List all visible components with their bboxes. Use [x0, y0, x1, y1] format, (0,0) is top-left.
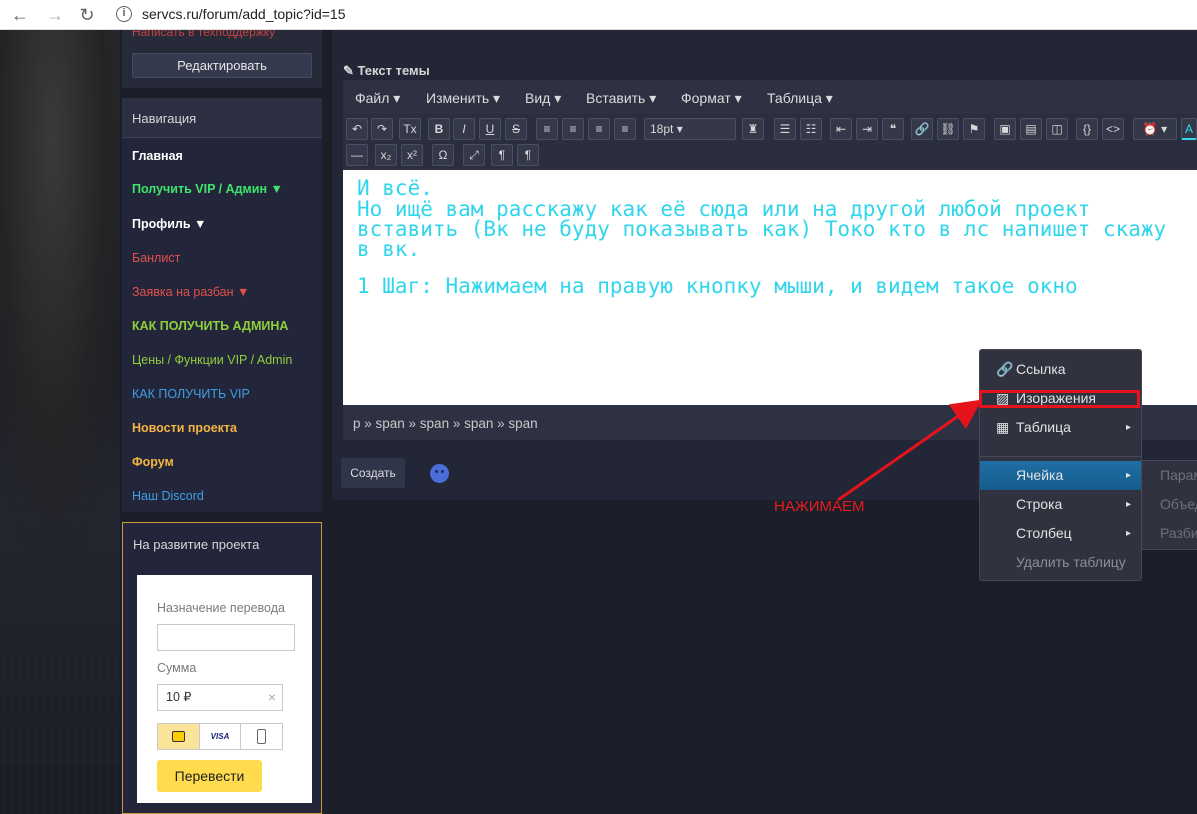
annotation-label: НАЖИМАЕМ	[774, 498, 865, 515]
annotation-arrow	[837, 399, 982, 502]
